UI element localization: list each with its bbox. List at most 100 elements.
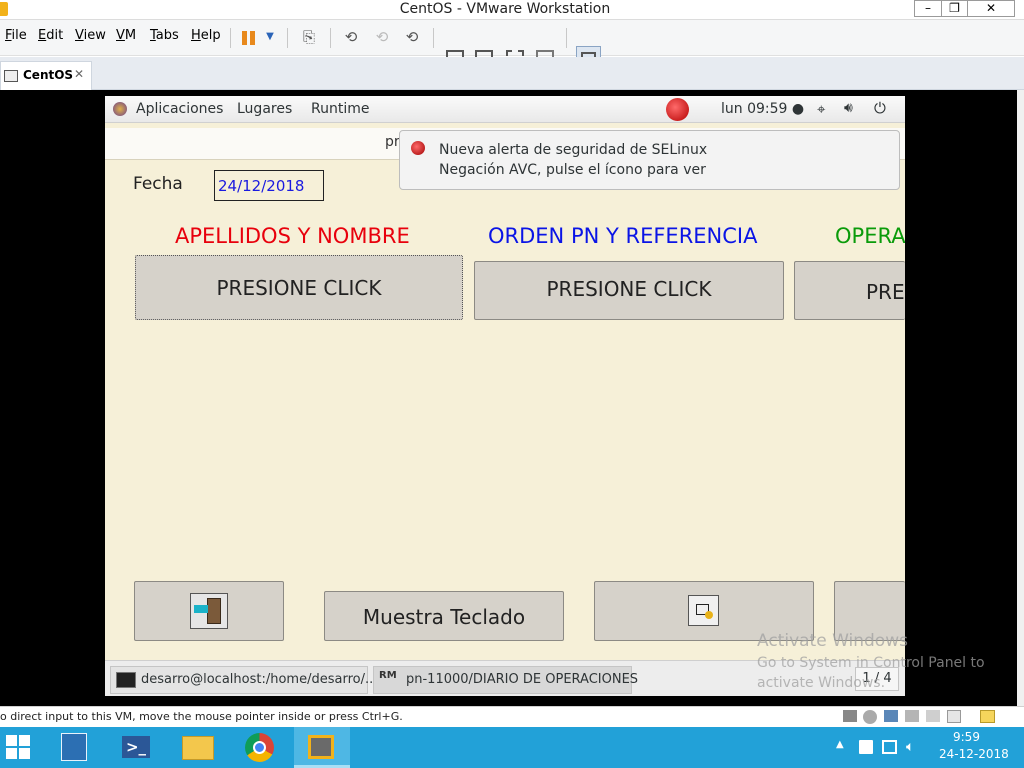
- gnome-foot-icon: [113, 102, 127, 116]
- taskbar-clock-date[interactable]: 24-12-2018: [939, 747, 1009, 761]
- date-field[interactable]: 24/12/2018: [214, 170, 324, 201]
- message-log-icon[interactable]: [980, 710, 995, 723]
- apellidos-click-button[interactable]: PRESIONE CLICK: [135, 255, 463, 320]
- task-terminal-label: desarro@localhost:/home/desarro/....: [141, 672, 382, 687]
- toolbar-separator: [330, 28, 331, 48]
- operaciones-click-button[interactable]: PRES: [794, 261, 905, 320]
- menu-bar: File Edit View VM Tabs Help ▼ ⎘ ⟲ ⟲ ⟲: [0, 20, 1024, 70]
- task-diario-label: pn-11000/DIARIO DE OPERACIONES: [406, 672, 639, 687]
- task-terminal[interactable]: desarro@localhost:/home/desarro/....: [110, 666, 382, 694]
- task-diario[interactable]: RM pn-11000/DIARIO DE OPERACIONES: [373, 666, 638, 694]
- toolbar-separator: [230, 28, 231, 48]
- vmware-taskbar-button[interactable]: [294, 727, 350, 768]
- sound-card-icon[interactable]: [926, 710, 940, 722]
- selinux-alert-icon[interactable]: [666, 98, 689, 121]
- orden-click-button[interactable]: PRESIONE CLICK: [474, 261, 784, 320]
- volume-icon[interactable]: 🔊︎: [844, 100, 853, 116]
- power-icon[interactable]: ⏻: [874, 99, 886, 117]
- window-title: CentOS - VMware Workstation: [399, 1, 611, 17]
- vmware-taskbar-icon: [308, 735, 334, 759]
- vmware-status-bar: o direct input to this VM, move the mous…: [0, 706, 1024, 727]
- terminal-icon: [116, 672, 136, 688]
- network-adapter-icon[interactable]: [884, 710, 898, 722]
- cd-icon[interactable]: [863, 710, 877, 724]
- operaciones-button-label: PRES: [866, 280, 905, 304]
- column-title-operaciones: OPERA: [835, 224, 905, 248]
- powershell-button[interactable]: >_: [112, 727, 160, 768]
- close-button[interactable]: ✕: [967, 0, 1015, 17]
- selinux-notification[interactable]: Nueva alerta de seguridad de SELinux Neg…: [399, 130, 900, 190]
- chrome-button[interactable]: [235, 727, 283, 768]
- menu-edit[interactable]: Edit: [38, 28, 63, 43]
- menu-view[interactable]: View: [75, 28, 106, 43]
- toolbar-separator: [433, 28, 434, 48]
- date-value: 24/12/2018: [218, 177, 305, 195]
- minimize-button[interactable]: –: [914, 0, 942, 17]
- snapshot-manager-icon[interactable]: ⟲: [401, 26, 423, 48]
- menu-help[interactable]: Help: [191, 28, 221, 43]
- arrow-shape: [194, 605, 208, 613]
- network-tray-icon[interactable]: [882, 740, 897, 754]
- network-icon[interactable]: ⌖: [817, 100, 825, 118]
- column-title-orden: ORDEN PN Y REFERENCIA: [488, 224, 758, 248]
- windows-logo-pane: [19, 735, 30, 746]
- app-window-title: pr: [385, 134, 400, 150]
- vm-tab-bar: CentOS ✕: [0, 57, 1024, 90]
- printer-icon[interactable]: [905, 710, 919, 722]
- tab-close-icon[interactable]: ✕: [74, 67, 84, 81]
- tab-label: CentOS: [23, 68, 74, 82]
- chevron-down-icon[interactable]: ▼: [259, 26, 281, 48]
- file-explorer-button[interactable]: [174, 727, 222, 768]
- vm-icon: [4, 70, 18, 82]
- action-center-icon[interactable]: [859, 740, 873, 754]
- hard-disk-icon[interactable]: [843, 710, 857, 722]
- notification-body: Negación AVC, pulse el ícono para ver: [439, 162, 706, 178]
- volume-tray-icon[interactable]: 🔈︎: [906, 739, 914, 755]
- notification-title: Nueva alerta de seguridad de SELinux: [439, 142, 708, 158]
- powershell-icon: >_: [122, 736, 150, 758]
- activate-windows-line2: Go to System in Control Panel to: [757, 655, 985, 671]
- server-manager-button[interactable]: [50, 727, 98, 768]
- gnome-top-panel: Aplicaciones Lugares Runtime lun 09:59 ●…: [105, 96, 905, 123]
- activate-windows-title: Activate Windows: [757, 631, 908, 651]
- exit-button[interactable]: [134, 581, 284, 641]
- menu-aplicaciones[interactable]: Aplicaciones: [136, 101, 223, 117]
- display-icon[interactable]: [947, 710, 961, 723]
- windows-taskbar: >_ ▲ 🔈︎ 9:59 24-12-2018: [0, 727, 1024, 768]
- status-message: o direct input to this VM, move the mous…: [0, 710, 403, 723]
- server-manager-icon: [61, 733, 87, 761]
- toolbar-separator: [287, 28, 288, 48]
- menu-vm[interactable]: VM: [116, 28, 136, 43]
- menu-lugares[interactable]: Lugares: [237, 101, 292, 117]
- plus-badge: [705, 611, 713, 619]
- menu-file[interactable]: File: [5, 28, 27, 43]
- date-label: Fecha: [133, 174, 183, 194]
- exit-door-icon: [190, 593, 228, 629]
- start-button[interactable]: [0, 727, 48, 768]
- column-title-clip: OPERA: [835, 224, 905, 252]
- maximize-button[interactable]: ❐: [941, 0, 968, 17]
- taskbar-clock-time[interactable]: 9:59: [953, 730, 980, 744]
- muestra-teclado-button[interactable]: Muestra Teclado: [324, 591, 564, 641]
- toolbar-separator: [566, 28, 567, 48]
- menu-tabs[interactable]: Tabs: [150, 28, 179, 43]
- send-ctrl-alt-del-icon[interactable]: ⎘: [298, 26, 320, 48]
- folder-icon: [182, 736, 214, 760]
- pause-icon[interactable]: [242, 31, 247, 45]
- alert-icon: [411, 141, 425, 155]
- revert-snapshot-icon[interactable]: ⟲: [371, 26, 393, 48]
- tab-centos[interactable]: CentOS ✕: [0, 61, 92, 90]
- menu-runtime[interactable]: Runtime: [311, 101, 369, 117]
- door-shape: [207, 598, 221, 624]
- snapshot-icon[interactable]: ⟲: [340, 26, 362, 48]
- windows-logo-icon: [6, 735, 17, 746]
- column-title-apellidos: APELLIDOS Y NOMBRE: [175, 224, 410, 248]
- windows-logo-pane: [19, 748, 30, 759]
- chrome-center: [253, 741, 266, 754]
- vm-scrollbar[interactable]: [1017, 90, 1024, 706]
- tray-expand-icon[interactable]: ▲: [836, 739, 844, 750]
- panel-clock[interactable]: lun 09:59 ●: [721, 101, 804, 117]
- app-window: [105, 123, 905, 660]
- activate-windows-line3: activate Windows.: [757, 675, 886, 691]
- pause-icon-bar: [250, 31, 255, 45]
